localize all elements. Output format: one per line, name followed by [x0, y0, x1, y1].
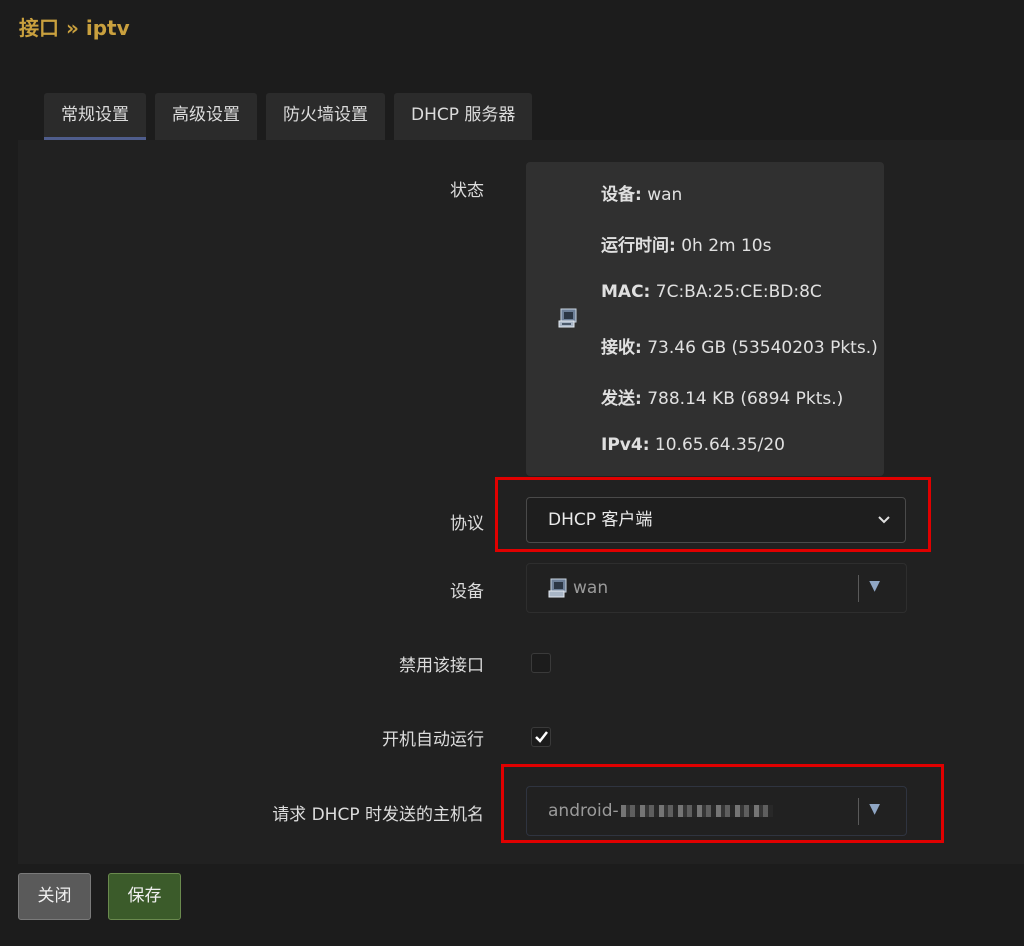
- hostname-value: android-: [548, 787, 773, 835]
- status-label: 状态: [450, 181, 484, 201]
- tab-bar: 常规设置 高级设置 防火墙设置 DHCP 服务器: [44, 93, 533, 140]
- device-value: wan: [573, 578, 609, 598]
- hostname-combobox[interactable]: android- ▼: [526, 786, 907, 836]
- device-combobox[interactable]: wan ▼: [526, 563, 907, 613]
- dropdown-arrow-icon[interactable]: ▼: [869, 801, 880, 817]
- redacted-text: [620, 805, 773, 817]
- general-settings-panel: 状态 设备: wan 运行时间: 0h 2m 10s MAC: 7C:BA:25…: [18, 140, 1024, 864]
- status-box: 设备: wan 运行时间: 0h 2m 10s MAC: 7C:BA:25:CE…: [526, 162, 884, 476]
- status-ipv4: IPv4: 10.65.64.35/20: [601, 435, 786, 455]
- divider: [858, 575, 859, 602]
- device-label: 设备: [450, 582, 484, 602]
- tab-advanced[interactable]: 高级设置: [155, 93, 257, 140]
- dropdown-arrow-icon[interactable]: ▼: [869, 578, 880, 594]
- tab-general[interactable]: 常规设置: [44, 93, 146, 140]
- save-button[interactable]: 保存: [108, 873, 181, 920]
- autostart-label: 开机自动运行: [382, 730, 484, 750]
- disable-interface-label: 禁用该接口: [399, 656, 484, 676]
- autostart-checkbox[interactable]: [531, 727, 551, 747]
- ethernet-port-icon: [557, 307, 579, 333]
- checkmark-icon: [534, 729, 549, 749]
- close-button[interactable]: 关闭: [18, 873, 91, 920]
- hostname-label: 请求 DHCP 时发送的主机名: [272, 805, 484, 825]
- disable-interface-checkbox[interactable]: [531, 653, 551, 673]
- tab-dhcp-server[interactable]: DHCP 服务器: [394, 93, 533, 140]
- status-uptime: 运行时间: 0h 2m 10s: [601, 236, 772, 256]
- status-mac: MAC: 7C:BA:25:CE:BD:8C: [601, 282, 822, 302]
- status-rx: 接收: 73.46 GB (53540203 Pkts.): [601, 338, 878, 358]
- divider: [858, 798, 859, 825]
- protocol-label: 协议: [450, 514, 484, 534]
- protocol-select[interactable]: DHCP 客户端: [526, 497, 906, 543]
- chevron-down-icon: [877, 508, 891, 536]
- status-tx: 发送: 788.14 KB (6894 Pkts.): [601, 389, 844, 409]
- tab-firewall[interactable]: 防火墙设置: [266, 93, 385, 140]
- ethernet-port-icon: [547, 577, 569, 603]
- status-device: 设备: wan: [601, 185, 683, 205]
- protocol-value: DHCP 客户端: [548, 510, 653, 530]
- page-title: 接口 » iptv: [19, 16, 130, 40]
